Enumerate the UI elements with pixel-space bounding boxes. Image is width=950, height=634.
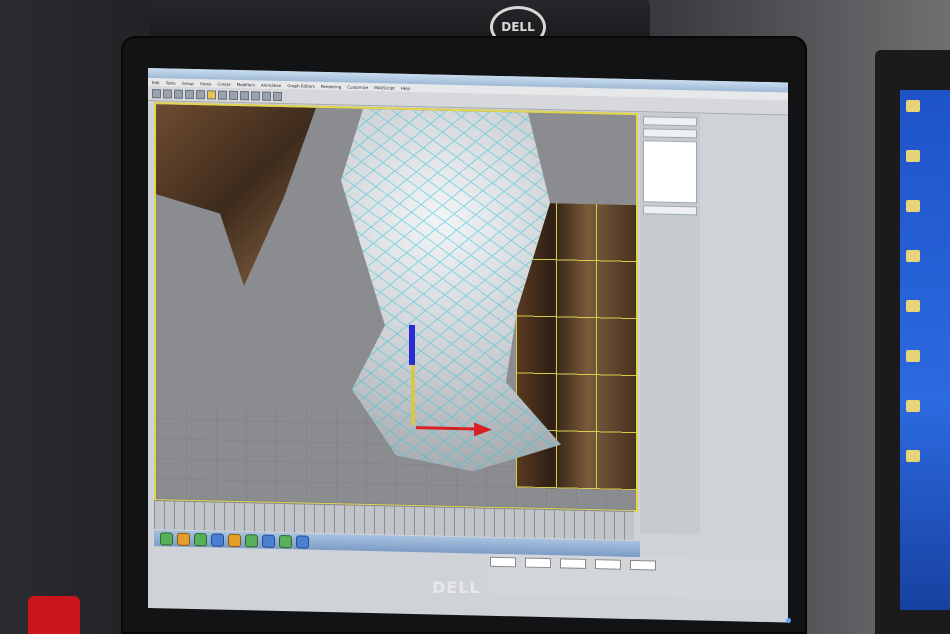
desktop-icon[interactable] — [906, 150, 920, 162]
desktop-icon[interactable] — [906, 400, 920, 412]
app-window: Edit Tools Group Views Create Modifiers … — [148, 68, 788, 623]
mirror-icon[interactable] — [251, 90, 260, 101]
menu-item-help[interactable]: Help — [401, 85, 410, 90]
taskbar-app-icon[interactable] — [228, 533, 241, 547]
desktop-icon[interactable] — [906, 350, 920, 362]
y-coordinate-field[interactable] — [525, 557, 552, 569]
3d-viewport[interactable] — [154, 102, 638, 513]
menu-item-animation[interactable]: Animation — [261, 82, 281, 87]
menu-item-modifiers[interactable]: Modifiers — [237, 82, 255, 87]
status-bar — [488, 553, 788, 601]
taskbar-app-icon[interactable] — [262, 534, 275, 548]
key-filter-field[interactable] — [630, 559, 657, 571]
command-panel — [640, 113, 700, 535]
object-name-field[interactable] — [643, 116, 697, 127]
gizmo-x-arrow-icon[interactable] — [474, 422, 492, 437]
taskbar-app-icon[interactable] — [211, 532, 224, 547]
desktop-icon[interactable] — [906, 300, 920, 312]
modifier-list-dropdown[interactable] — [643, 128, 697, 139]
taskbar-app-icon[interactable] — [279, 534, 292, 548]
desktop-icon[interactable] — [906, 100, 920, 112]
redo-icon[interactable] — [163, 88, 172, 99]
menu-item-maxscript[interactable]: MAXScript — [374, 85, 395, 90]
menu-item-customize[interactable]: Customize — [347, 84, 368, 89]
desktop-icon[interactable] — [906, 250, 920, 262]
power-led — [786, 618, 791, 623]
start-button[interactable] — [160, 531, 173, 546]
grid-field[interactable] — [595, 559, 622, 570]
stack-controls[interactable] — [643, 205, 697, 216]
x-coordinate-field[interactable] — [490, 556, 516, 568]
red-bottle-cap — [28, 596, 80, 634]
scale-icon[interactable] — [229, 90, 238, 100]
taskbar-app-icon[interactable] — [245, 533, 258, 547]
snap-icon[interactable] — [240, 90, 249, 100]
menu-item-group[interactable]: Group — [182, 80, 194, 85]
desktop-icon[interactable] — [906, 200, 920, 212]
desktop-icon[interactable] — [906, 450, 920, 462]
modifier-stack[interactable] — [643, 140, 697, 204]
menu-item-views[interactable]: Views — [200, 81, 212, 86]
menu-item-rendering[interactable]: Rendering — [321, 83, 341, 88]
undo-icon[interactable] — [152, 88, 161, 98]
menu-item-create[interactable]: Create — [217, 81, 230, 86]
gizmo-y-axis[interactable] — [411, 364, 415, 426]
rotate-icon[interactable] — [218, 90, 227, 100]
leaf-model[interactable] — [156, 104, 316, 288]
taskbar-app-icon[interactable] — [177, 532, 190, 546]
dell-logo-front: DELL — [432, 578, 481, 597]
select-icon[interactable] — [185, 89, 194, 99]
menu-item-graph-editors[interactable]: Graph Editors — [287, 83, 314, 89]
right-monitor-desktop — [900, 90, 950, 610]
taskbar-app-icon[interactable] — [194, 532, 207, 546]
select-region-icon[interactable] — [196, 89, 205, 99]
align-icon[interactable] — [262, 91, 271, 101]
menu-item-tools[interactable]: Tools — [166, 80, 176, 85]
z-coordinate-field[interactable] — [560, 558, 587, 569]
link-icon[interactable] — [174, 89, 183, 99]
render-icon[interactable] — [273, 91, 282, 101]
move-icon[interactable] — [207, 89, 216, 100]
gizmo-z-axis[interactable] — [409, 324, 415, 366]
menu-item-edit[interactable]: Edit — [152, 80, 160, 85]
taskbar-app-icon[interactable] — [296, 534, 309, 549]
